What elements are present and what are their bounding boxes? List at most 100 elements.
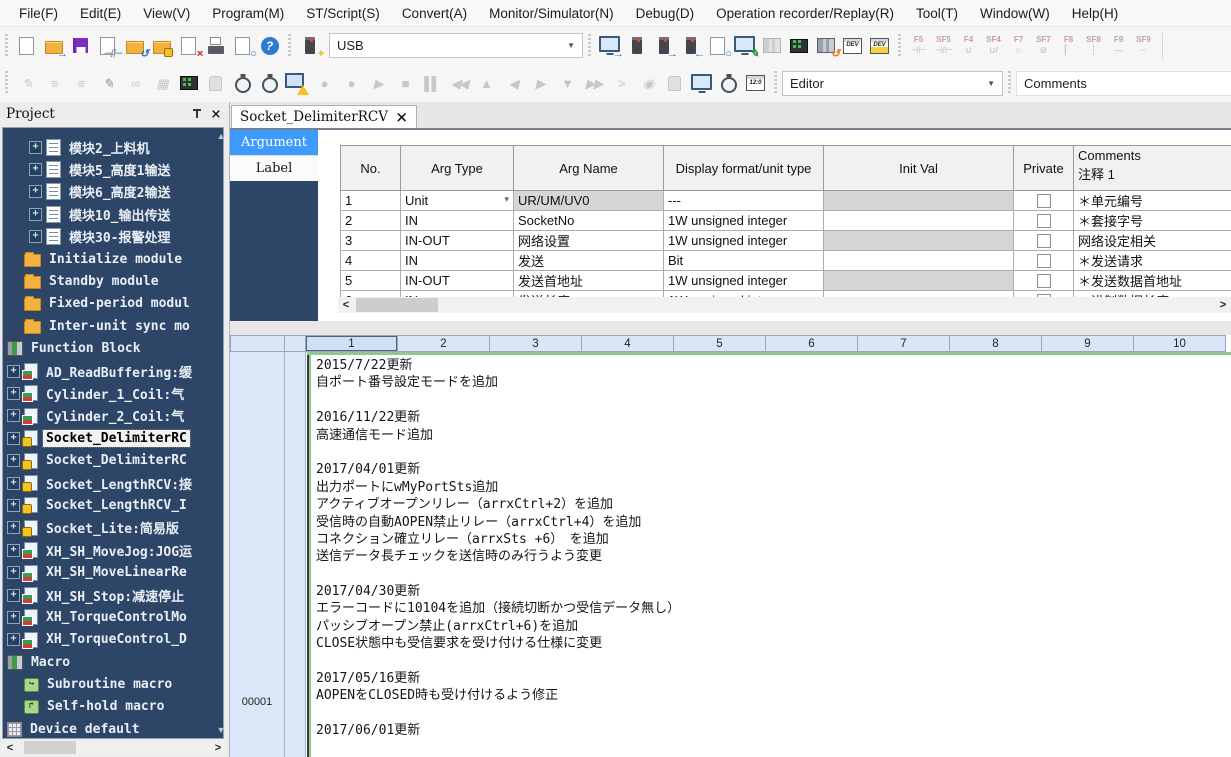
save-project-icon[interactable]: [68, 33, 93, 58]
tree-item[interactable]: AD_ReadBuffering:缓: [3, 360, 223, 382]
device-window2-icon[interactable]: DEV: [867, 33, 892, 58]
ladder-doc-icon[interactable]: ⊣⊢: [95, 33, 120, 58]
private-checkbox[interactable]: [1037, 194, 1051, 208]
step-down-icon[interactable]: ▼: [554, 71, 579, 96]
cell-comment[interactable]: ＊发送数据首地址: [1074, 271, 1231, 291]
step-forward-icon[interactable]: ▶: [527, 71, 552, 96]
fkey-instruction-button[interactable]: SF4 ∪/: [981, 32, 1006, 60]
expand-toggle-icon[interactable]: [7, 409, 20, 422]
cell-comment[interactable]: ＊发送请求: [1074, 251, 1231, 271]
menu-item[interactable]: Tool(T): [905, 6, 969, 21]
time-chart-icon[interactable]: 12:0: [743, 71, 768, 96]
menu-item[interactable]: Window(W): [969, 6, 1061, 21]
read-plc-icon[interactable]: ←: [678, 33, 703, 58]
fkey-instruction-button[interactable]: SF8 ┆: [1081, 32, 1106, 60]
device-monitor-icon[interactable]: [176, 71, 201, 96]
tree-item[interactable]: Initialize module: [3, 248, 223, 270]
cell-init-val[interactable]: [824, 211, 1014, 231]
fkey-instruction-button[interactable]: SF5 ⊣/⊢: [931, 32, 956, 60]
expand-toggle-icon[interactable]: [7, 589, 20, 602]
tree-item[interactable]: Self-hold macro: [3, 696, 223, 718]
scroll-up-icon[interactable]: ▲: [217, 131, 226, 141]
expand-toggle-icon[interactable]: [7, 499, 20, 512]
scrollbar-thumb[interactable]: [24, 741, 76, 754]
scroll-right-icon[interactable]: >: [1215, 299, 1231, 311]
monitor-timing-icon[interactable]: [230, 71, 255, 96]
script-column-cell[interactable]: 10: [1134, 335, 1226, 352]
expand-toggle-icon[interactable]: [7, 477, 20, 490]
pin-icon[interactable]: [191, 108, 203, 120]
help-icon[interactable]: ?: [257, 33, 282, 58]
record-2-icon[interactable]: ●: [338, 71, 363, 96]
menu-item[interactable]: Operation recorder/Replay(R): [705, 6, 905, 21]
script-timing-icon[interactable]: [257, 71, 282, 96]
simulator-icon[interactable]: [759, 33, 784, 58]
script-column-cell[interactable]: 6: [766, 335, 858, 352]
scroll-left-icon[interactable]: <: [2, 742, 18, 754]
script-column-cell[interactable]: 3: [490, 335, 582, 352]
expand-toggle-icon[interactable]: [29, 230, 42, 243]
menu-item[interactable]: Edit(E): [69, 6, 132, 21]
script-column-cell[interactable]: 5: [674, 335, 766, 352]
cell-display-format[interactable]: ---: [664, 191, 824, 211]
save-as-project-icon[interactable]: ↺: [122, 33, 147, 58]
cell-arg-name[interactable]: SocketNo: [514, 211, 664, 231]
cell-arg-name[interactable]: 网络设置: [514, 231, 664, 251]
argument-row[interactable]: 1 Unit UR/UM/UV0 --- ＊单元编号: [341, 191, 1231, 211]
tree-item[interactable]: 模块5_高度1输送: [3, 158, 223, 180]
cell-display-format[interactable]: 1W unsigned integer: [664, 231, 824, 251]
list-x-icon[interactable]: ≡: [41, 71, 66, 96]
table-horizontal-scrollbar[interactable]: < >: [338, 297, 1231, 313]
tree-item[interactable]: Cylinder_2_Coil:气: [3, 405, 223, 427]
script-column-cell[interactable]: 7: [858, 335, 950, 352]
cell-comment[interactable]: ＊单元编号: [1074, 191, 1231, 211]
unit-monitor-icon[interactable]: [786, 33, 811, 58]
menu-item[interactable]: Convert(A): [391, 6, 478, 21]
expand-toggle-icon[interactable]: [29, 163, 42, 176]
fkey-instruction-button[interactable]: F7 ○: [1006, 32, 1031, 60]
tree-item[interactable]: XH_TorqueControl_D: [3, 629, 223, 651]
play-icon[interactable]: ▶: [365, 71, 390, 96]
expand-toggle-icon[interactable]: [7, 365, 20, 378]
script-column-cell[interactable]: 2: [398, 335, 490, 352]
menu-item[interactable]: Program(M): [201, 6, 295, 21]
tree-item[interactable]: Function Block: [3, 338, 223, 360]
tree-item[interactable]: Socket_LengthRCV:接: [3, 472, 223, 494]
expand-toggle-icon[interactable]: [7, 454, 20, 467]
menu-item[interactable]: Help(H): [1061, 6, 1130, 21]
editor-mode-select[interactable]: Editor ▼: [782, 71, 1003, 96]
delete-ladder-icon[interactable]: ×: [176, 33, 201, 58]
cell-arg-type[interactable]: IN-OUT: [401, 271, 514, 291]
pc-monitor-icon[interactable]: [689, 71, 714, 96]
tree-item[interactable]: XH_SH_MoveJog:JOG运: [3, 539, 223, 561]
cell-init-val[interactable]: [824, 231, 1014, 251]
expand-toggle-icon[interactable]: [7, 432, 20, 445]
connection-select[interactable]: USB ▼: [329, 33, 583, 58]
scroll-down-icon[interactable]: ▼: [217, 725, 226, 735]
project-lock-icon[interactable]: [149, 33, 174, 58]
expand-toggle-icon[interactable]: [7, 387, 20, 400]
drag-tool-icon[interactable]: [203, 71, 228, 96]
private-checkbox[interactable]: [1037, 214, 1051, 228]
private-checkbox[interactable]: [1037, 254, 1051, 268]
expand-toggle-icon[interactable]: [7, 521, 20, 534]
tree-item[interactable]: XH_SH_MoveLinearRe: [3, 561, 223, 583]
cell-display-format[interactable]: 1W unsigned integer: [664, 211, 824, 231]
menu-item[interactable]: Monitor/Simulator(N): [478, 6, 625, 21]
tree-item[interactable]: Socket_DelimiterRC: [3, 427, 223, 449]
cell-arg-name[interactable]: UR/UM/UV0: [514, 191, 664, 211]
drop-marker-icon[interactable]: ◉: [635, 71, 660, 96]
script-text-area[interactable]: 2015/7/22更新 自ポート番号設定モードを追加 2016/11/22更新 …: [316, 357, 1229, 757]
print-preview-icon[interactable]: ○: [230, 33, 255, 58]
fkey-instruction-button[interactable]: SF7 ⊘: [1031, 32, 1056, 60]
ladder-grid-icon[interactable]: ▦: [149, 71, 174, 96]
comm-settings-icon[interactable]: +: [297, 33, 322, 58]
tab-close-icon[interactable]: ×: [395, 108, 408, 126]
continue-icon[interactable]: >: [608, 71, 633, 96]
tree-item[interactable]: Subroutine macro: [3, 673, 223, 695]
cell-arg-name[interactable]: 发送: [514, 251, 664, 271]
glasses-view-icon[interactable]: ∞: [122, 71, 147, 96]
cell-arg-type[interactable]: IN: [401, 211, 514, 231]
private-checkbox[interactable]: [1037, 274, 1051, 288]
cell-init-val[interactable]: [824, 271, 1014, 291]
